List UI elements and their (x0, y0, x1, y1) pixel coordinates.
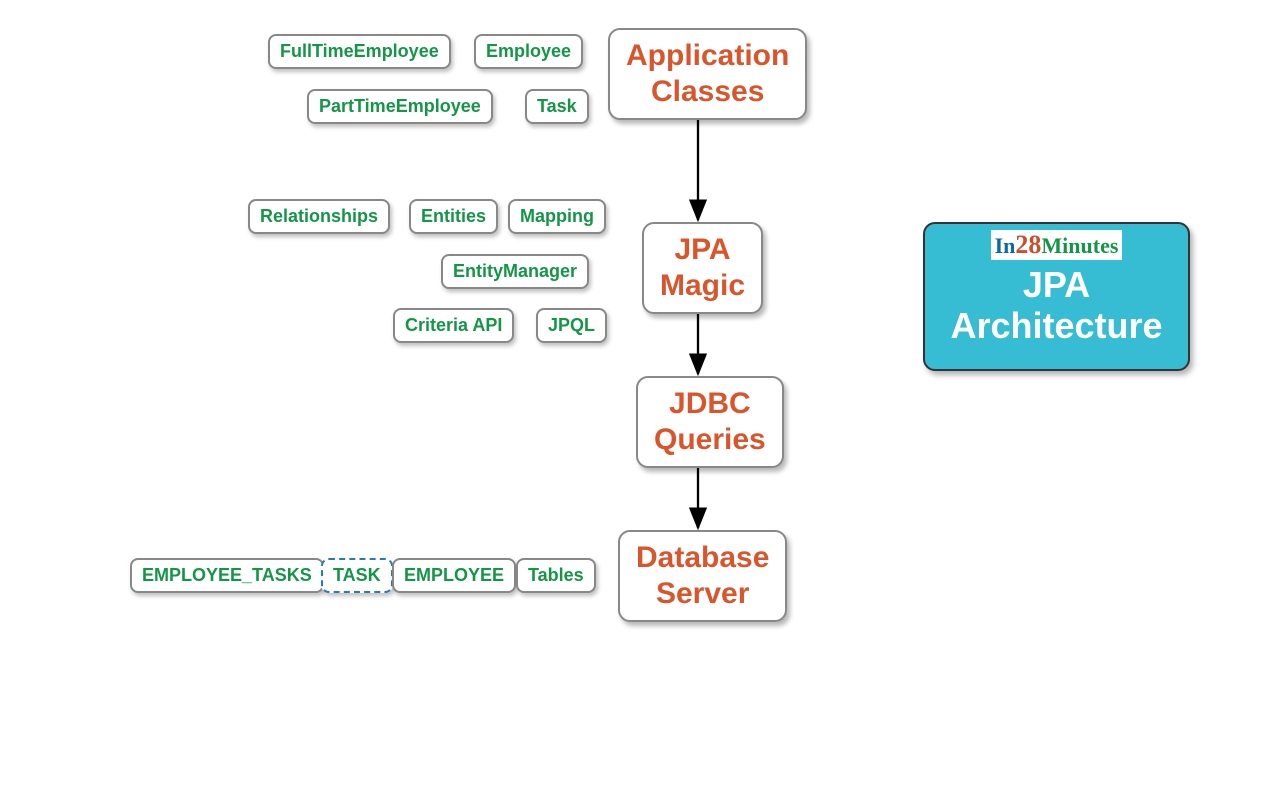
brand-in: In (995, 233, 1016, 258)
brand-logo: In28Minutes (991, 230, 1123, 260)
employee-node: Employee (474, 34, 583, 69)
relationships-node: Relationships (248, 199, 390, 234)
node-line1: Application (626, 39, 789, 72)
jpa-magic-node: JPA Magic (642, 222, 763, 314)
employee-tasks-table-node: EMPLOYEE_TASKS (130, 558, 324, 593)
criteria-api-node: Criteria API (393, 308, 514, 343)
jpql-node: JPQL (536, 308, 607, 343)
title-line2: Architecture (950, 305, 1162, 346)
title-line1: JPA (1023, 264, 1090, 305)
node-line1: JPA (674, 233, 730, 266)
node-line2: Classes (651, 75, 764, 108)
database-server-node: Database Server (618, 530, 787, 622)
mapping-node: Mapping (508, 199, 606, 234)
full-time-employee-node: FullTimeEmployee (268, 34, 451, 69)
node-line2: Magic (660, 269, 745, 302)
task-node: Task (525, 89, 589, 124)
entities-node: Entities (409, 199, 498, 234)
employee-table-node: EMPLOYEE (392, 558, 516, 593)
title-box: In28Minutes JPA Architecture (923, 222, 1190, 371)
brand-number: 28 (1015, 230, 1041, 259)
node-line1: JDBC (669, 387, 751, 420)
node-line2: Queries (654, 423, 766, 456)
task-table-node: TASK (321, 558, 393, 593)
brand-minutes: Minutes (1041, 233, 1118, 258)
node-line1: Database (636, 541, 769, 574)
node-line2: Server (656, 577, 749, 610)
jdbc-queries-node: JDBC Queries (636, 376, 784, 468)
entity-manager-node: EntityManager (441, 254, 589, 289)
tables-node: Tables (516, 558, 596, 593)
part-time-employee-node: PartTimeEmployee (307, 89, 493, 124)
application-classes-node: Application Classes (608, 28, 807, 120)
title-text: JPA Architecture (935, 264, 1178, 347)
